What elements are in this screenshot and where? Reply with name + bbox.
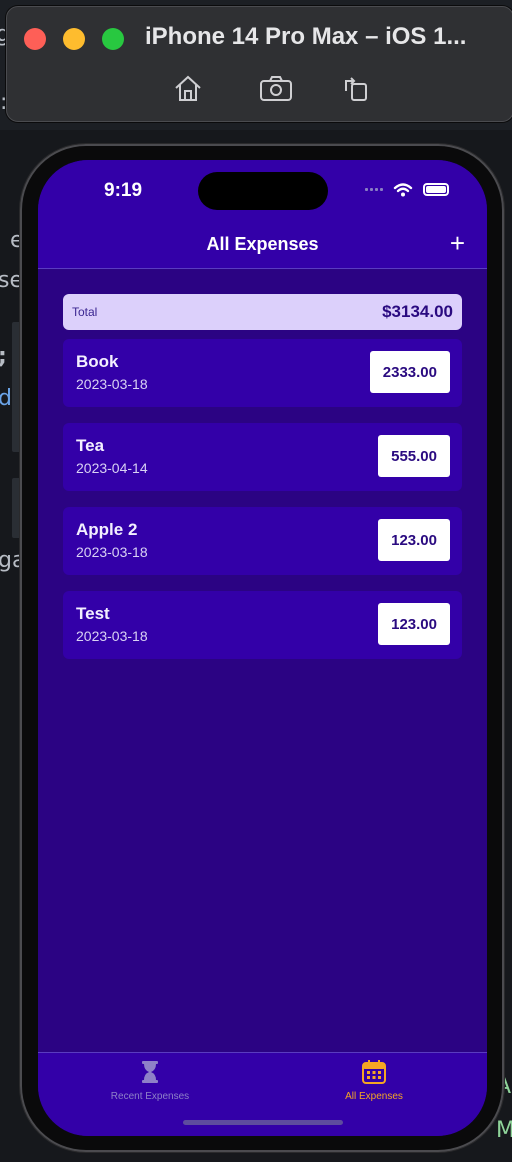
expense-amount: 123.00 [378,519,450,561]
expense-date: 2023-03-18 [76,628,148,644]
total-summary: Total $3134.00 [63,294,462,330]
app-screen: 9:19 All Expenses + Total $3134.00 Book … [38,160,487,1136]
expense-amount: 2333.00 [369,351,450,393]
expense-item[interactable]: Test 2023-03-18 123.00 [63,591,462,659]
home-icon[interactable] [171,71,205,105]
expense-name: Book [76,352,119,371]
expense-amount: 555.00 [378,435,450,477]
battery-icon [423,183,449,196]
dynamic-island [198,172,328,210]
hourglass-icon [142,1061,158,1083]
cellular-icon [365,188,383,191]
expense-date: 2023-03-18 [76,544,148,560]
expense-name: Test [76,604,110,623]
tab-all-expenses[interactable]: All Expenses [284,1059,464,1102]
zoom-window-button[interactable] [102,28,124,50]
simulator-window: iPhone 14 Pro Max – iOS 1... [6,6,512,122]
rotate-icon[interactable] [338,71,372,105]
expense-name: Apple 2 [76,520,138,539]
expense-amount: 123.00 [378,603,450,645]
page-title: All Expenses [206,234,319,254]
total-amount: $3134.00 [382,302,453,321]
expense-date: 2023-04-14 [76,460,148,476]
add-expense-button[interactable]: + [450,230,465,256]
tab-label: All Expenses [345,1091,403,1102]
expense-item[interactable]: Apple 2 2023-03-18 123.00 [63,507,462,575]
expense-item[interactable]: Tea 2023-04-14 555.00 [63,423,462,491]
editor-fragment: ; [0,344,7,369]
expense-item[interactable]: Book 2023-03-18 2333.00 [63,339,462,407]
status-time: 9:19 [104,180,143,201]
editor-fragment: d [0,386,12,411]
wifi-icon [393,183,413,197]
status-bar: 9:19 [38,160,487,222]
calendar-icon [362,1060,386,1084]
total-label: Total [72,305,98,319]
expense-date: 2023-03-18 [76,376,148,392]
minimize-window-button[interactable] [63,28,85,50]
status-icons [365,182,449,197]
simulator-title: iPhone 14 Pro Max – iOS 1... [145,23,467,50]
expense-name: Tea [76,436,105,455]
tab-recent-expenses[interactable]: Recent Expenses [60,1059,240,1102]
screenshot-icon[interactable] [259,71,293,105]
navigation-bar: All Expenses + [38,222,487,269]
home-indicator [183,1120,343,1125]
close-window-button[interactable] [24,28,46,50]
tab-label: Recent Expenses [110,1091,190,1102]
editor-fragment: M [496,1118,512,1143]
